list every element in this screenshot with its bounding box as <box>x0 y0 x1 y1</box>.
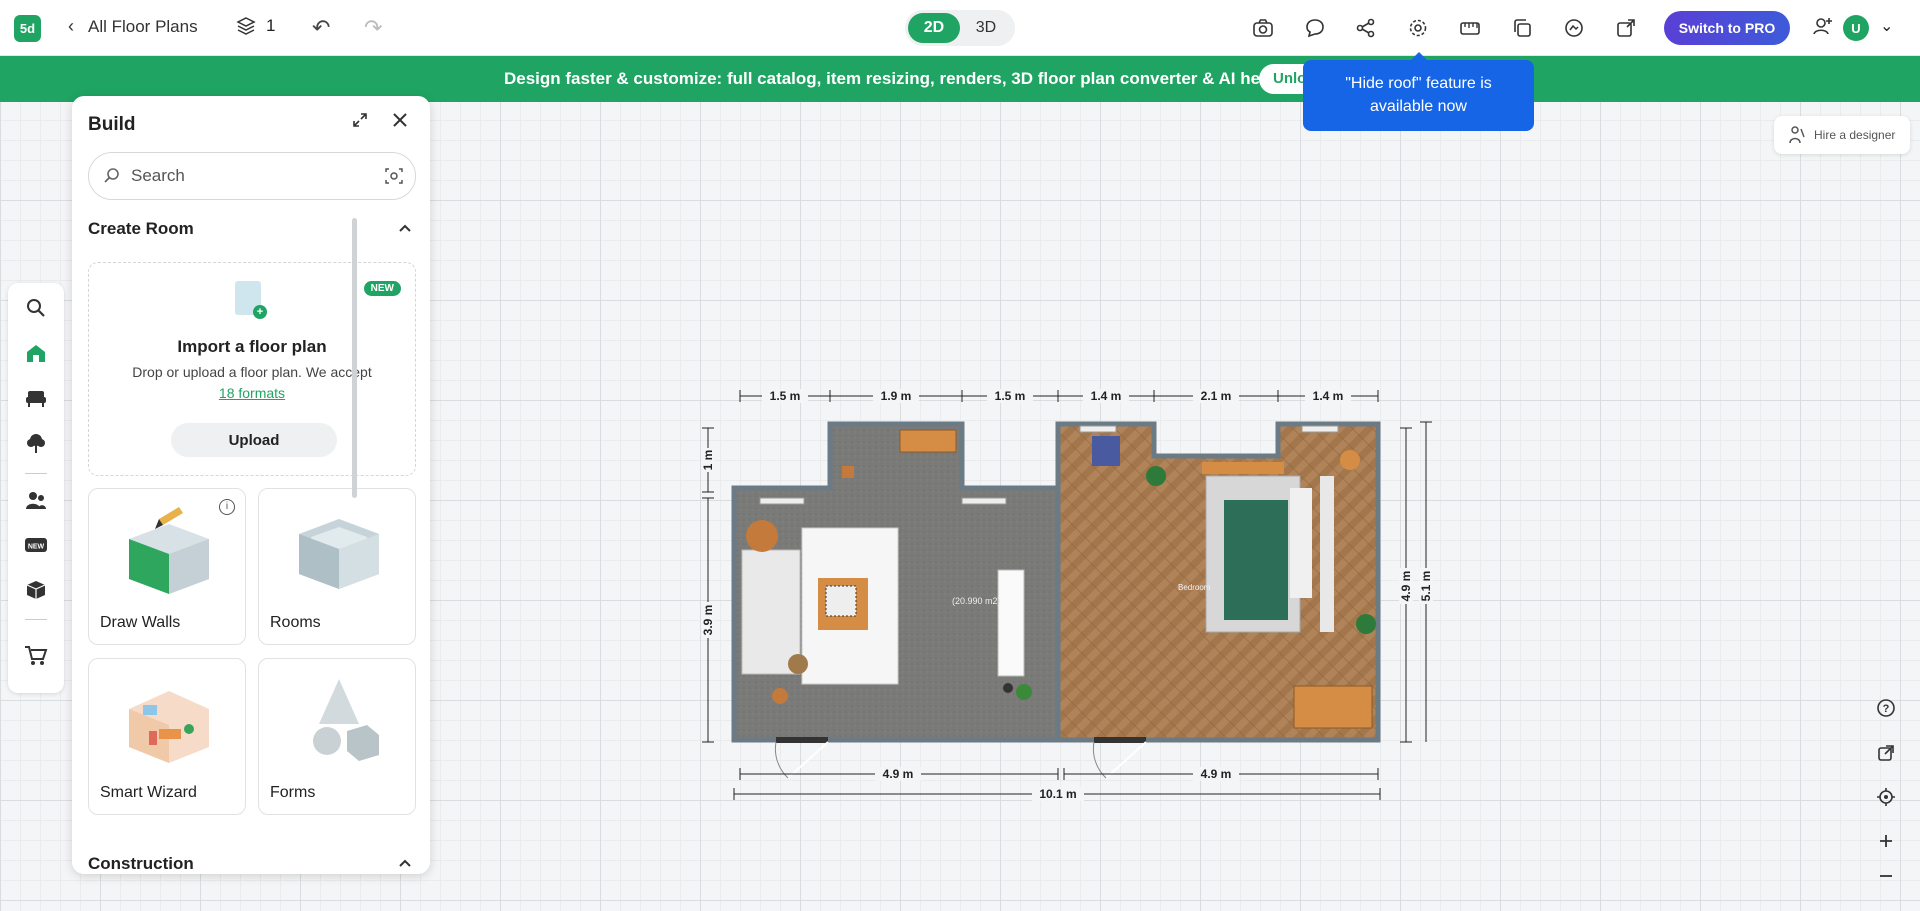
floors-selector[interactable]: 1 <box>236 16 275 36</box>
import-description: Drop or upload a floor plan. We accept <box>132 364 372 380</box>
copy-icon[interactable] <box>1508 14 1536 42</box>
panel-scrollbar[interactable] <box>352 218 357 498</box>
zoom-out-icon[interactable] <box>1872 862 1900 890</box>
svg-text:?: ? <box>1883 703 1890 715</box>
info-icon[interactable]: i <box>219 499 235 515</box>
mode-3d-button[interactable]: 3D <box>960 13 1012 43</box>
build-home-icon[interactable] <box>22 339 50 367</box>
undo-icon[interactable]: ↶ <box>312 15 330 41</box>
packages-box-icon[interactable] <box>22 576 50 604</box>
close-icon[interactable] <box>392 108 408 134</box>
search-icon <box>104 168 119 183</box>
search-icon[interactable] <box>22 294 50 322</box>
dim-total-width: 10.1 m <box>1039 787 1076 801</box>
plus-icon: + <box>253 305 267 319</box>
draw-walls-card[interactable]: i Draw Walls <box>88 488 246 645</box>
people-icon[interactable] <box>22 486 50 514</box>
import-floor-plan-dropzone[interactable]: + NEW Import a floor plan Drop or upload… <box>88 262 416 476</box>
svg-text:NEW: NEW <box>28 544 45 551</box>
convert-icon[interactable] <box>1612 14 1640 42</box>
visual-search-camera-icon[interactable] <box>385 167 403 190</box>
rail-divider <box>25 619 47 620</box>
zoom-in-icon[interactable] <box>1872 827 1900 855</box>
settings-gear-icon[interactable] <box>1404 14 1432 42</box>
left-tool-rail: NEW <box>8 283 64 693</box>
comment-icon[interactable] <box>1301 14 1329 42</box>
dim-top-3: 1.5 m <box>995 389 1026 403</box>
ruler-icon[interactable] <box>1456 14 1484 42</box>
import-title: Import a floor plan <box>177 337 327 356</box>
hire-designer-button[interactable]: Hire a designer <box>1774 116 1910 154</box>
dim-right-1: 4.9 m <box>1399 571 1413 602</box>
build-panel: Build Create Room + NEW Import a floor p… <box>72 96 430 874</box>
search-input[interactable] <box>131 166 351 186</box>
card-label: Rooms <box>270 614 321 631</box>
new-items-icon[interactable]: NEW <box>22 531 50 559</box>
redo-icon[interactable]: ↷ <box>364 15 382 41</box>
back-label: All Floor Plans <box>88 16 198 36</box>
forms-card[interactable]: Forms <box>258 658 416 815</box>
ai-render-icon[interactable] <box>1560 14 1588 42</box>
dim-top-4: 1.4 m <box>1091 389 1122 403</box>
dim-bottom-1: 4.9 m <box>883 767 914 781</box>
rail-divider <box>25 473 47 474</box>
view-mode-toggle: 2D 3D <box>905 10 1015 46</box>
doors[interactable] <box>774 737 1147 779</box>
forms-shapes-illustration <box>313 679 379 761</box>
layers-icon <box>236 17 256 35</box>
card-label: Smart Wizard <box>100 784 197 801</box>
rooms-illustration <box>299 519 379 589</box>
help-icon[interactable]: ? <box>1872 694 1900 722</box>
chevron-left-icon: ‹ <box>68 16 74 36</box>
panel-title: Build <box>88 114 136 135</box>
new-badge: NEW <box>363 281 401 296</box>
card-label: Forms <box>270 784 316 801</box>
locate-center-icon[interactable] <box>1872 783 1900 811</box>
furniture-icon[interactable] <box>22 384 50 412</box>
floor-plan-canvas[interactable]: (20.990 m2) Bedroom 1.5 m 1.9 m 1.5 m 1.… <box>700 380 1433 801</box>
dim-top-2: 1.9 m <box>881 389 912 403</box>
draw-walls-illustration <box>129 507 209 594</box>
formats-link[interactable]: 18 formats <box>89 385 415 401</box>
collapse-create-room-icon[interactable] <box>398 220 412 236</box>
dim-left-1: 1 m <box>701 450 715 471</box>
collapse-construction-icon[interactable] <box>398 855 412 871</box>
open-external-icon[interactable] <box>1872 739 1900 767</box>
top-bar: 5d ‹ All Floor Plans 1 ↶ ↷ 2D 3D Switch … <box>0 0 1920 56</box>
app-logo[interactable]: 5d <box>14 15 41 42</box>
smart-wizard-illustration <box>129 691 209 763</box>
mode-2d-button[interactable]: 2D <box>908 13 960 43</box>
dim-top-5: 2.1 m <box>1201 389 1232 403</box>
create-room-title: Create Room <box>88 219 194 238</box>
designer-icon <box>1789 126 1805 144</box>
search-box <box>88 152 416 200</box>
bedroom-label: Bedroom <box>1178 583 1211 592</box>
hire-designer-label: Hire a designer <box>1814 128 1896 142</box>
floors-count: 1 <box>266 16 276 35</box>
dim-right-2: 5.1 m <box>1419 571 1433 602</box>
back-to-floor-plans[interactable]: ‹ All Floor Plans <box>68 16 198 37</box>
living-area-label: (20.990 m2) <box>952 596 1001 606</box>
dim-top-1: 1.5 m <box>770 389 801 403</box>
construction-title: Construction <box>88 854 194 873</box>
dim-left-2: 3.9 m <box>701 605 715 636</box>
landscape-tree-icon[interactable] <box>22 429 50 457</box>
banner-text: Design faster & customize: full catalog,… <box>504 69 1276 88</box>
upload-button[interactable]: Upload <box>171 423 337 457</box>
dim-top-6: 1.4 m <box>1313 389 1344 403</box>
expand-icon[interactable] <box>352 112 368 133</box>
shopping-cart-icon[interactable] <box>22 641 50 669</box>
smart-wizard-card[interactable]: Smart Wizard <box>88 658 246 815</box>
add-user-icon[interactable] <box>1812 15 1834 43</box>
card-label: Draw Walls <box>100 614 181 631</box>
dim-bottom-2: 4.9 m <box>1201 767 1232 781</box>
chevron-down-icon[interactable]: ⌄ <box>1880 16 1893 36</box>
rooms-card[interactable]: Rooms <box>258 488 416 645</box>
share-icon[interactable] <box>1352 14 1380 42</box>
user-avatar[interactable]: U <box>1843 15 1869 41</box>
camera-icon[interactable] <box>1249 14 1277 42</box>
switch-to-pro-button[interactable]: Switch to PRO <box>1664 11 1790 45</box>
hide-roof-tooltip: "Hide roof" feature is available now <box>1303 52 1534 131</box>
